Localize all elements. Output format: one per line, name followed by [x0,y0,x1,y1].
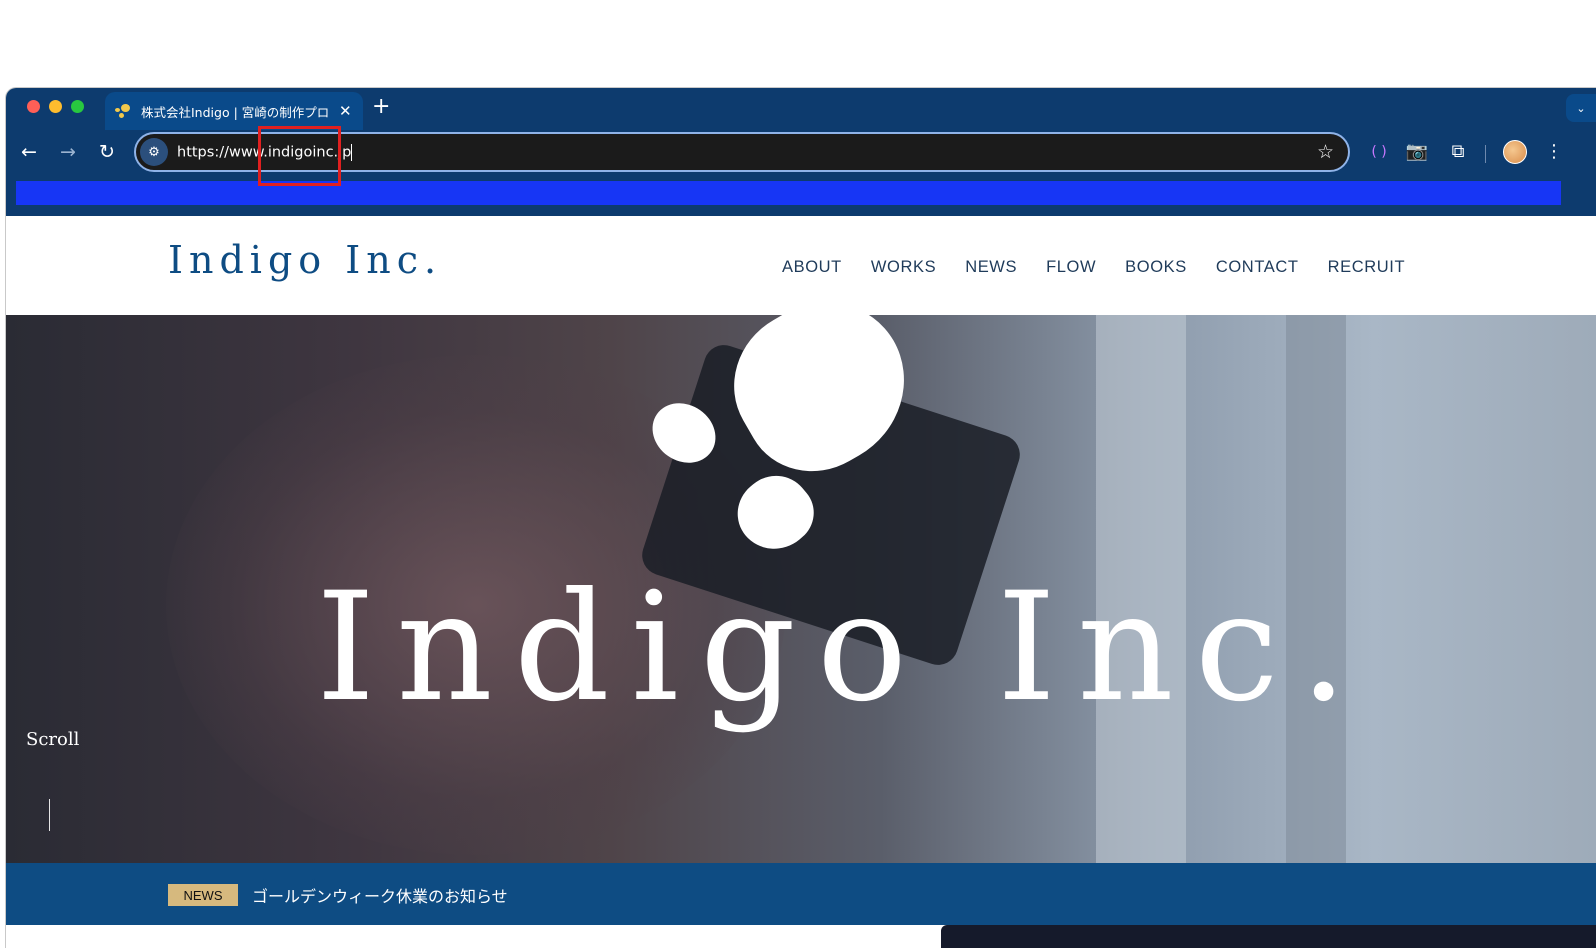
extension-brackets-icon[interactable]: ( ) [1366,140,1392,164]
nav-about[interactable]: ABOUT [782,258,842,277]
url-value: https://www.indigoinc.jp [177,144,352,160]
site-nav: ABOUT WORKS NEWS FLOW BOOKS CONTACT RECR… [782,258,1434,277]
web-page: Indigo Inc. ABOUT WORKS NEWS FLOW BOOKS … [6,216,1596,948]
hero-section: Indigo Inc. Scroll [6,315,1596,863]
close-window-button[interactable] [27,100,40,113]
bookmarks-bar [16,181,1561,205]
camera-icon[interactable]: 📷 [1404,140,1430,164]
close-tab-icon[interactable]: ✕ [339,103,352,119]
tab-title: 株式会社Indigo | 宮崎の制作プロ [141,104,329,120]
news-link[interactable]: ゴールデンウィーク休業のお知らせ [252,883,508,907]
url-input[interactable]: https://www.indigoinc.jp [177,143,353,161]
browser-window: 株式会社Indigo | 宮崎の制作プロ ✕ + ⌄ ← → ↻ ⚙ https… [6,88,1596,948]
nav-books[interactable]: BOOKS [1125,258,1187,277]
reload-icon[interactable]: ↻ [94,140,120,164]
scroll-label[interactable]: Scroll [26,729,79,750]
address-bar[interactable]: ⚙ https://www.indigoinc.jp ☆ [134,132,1350,172]
back-arrow-icon[interactable]: ← [16,140,42,164]
page-bottom-dark-panel [941,925,1596,948]
nav-flow[interactable]: FLOW [1046,258,1096,277]
profile-avatar[interactable] [1503,140,1527,164]
site-header: Indigo Inc. ABOUT WORKS NEWS FLOW BOOKS … [6,216,1596,315]
news-bar: NEWS ゴールデンウィーク休業のお知らせ [6,863,1596,925]
news-badge: NEWS [168,884,238,906]
favicon-icon [115,103,131,119]
browser-chrome: 株式会社Indigo | 宮崎の制作プロ ✕ + ⌄ ← → ↻ ⚙ https… [6,88,1596,220]
nav-contact[interactable]: CONTACT [1216,258,1299,277]
nav-works[interactable]: WORKS [871,258,936,277]
tab-search-icon[interactable]: ⌄ [1566,94,1596,122]
nav-recruit[interactable]: RECRUIT [1328,258,1406,277]
site-logo[interactable]: Indigo Inc. [168,238,442,282]
scroll-indicator-line [49,799,50,831]
new-tab-button[interactable]: + [372,94,390,119]
site-info-icon[interactable]: ⚙ [140,138,168,166]
minimize-window-button[interactable] [49,100,62,113]
active-tab[interactable]: 株式会社Indigo | 宮崎の制作プロ ✕ [105,92,363,130]
maximize-window-button[interactable] [71,100,84,113]
forward-arrow-icon[interactable]: → [55,140,81,164]
extensions-puzzle-icon[interactable]: ⧉ [1445,140,1471,164]
bookmark-star-icon[interactable]: ☆ [1317,141,1334,163]
kebab-menu-icon[interactable]: ⋮ [1541,140,1567,164]
text-caret [351,143,353,161]
toolbar-divider [1485,145,1486,163]
nav-news[interactable]: NEWS [965,258,1017,277]
hero-title: Indigo Inc. [316,561,1369,735]
